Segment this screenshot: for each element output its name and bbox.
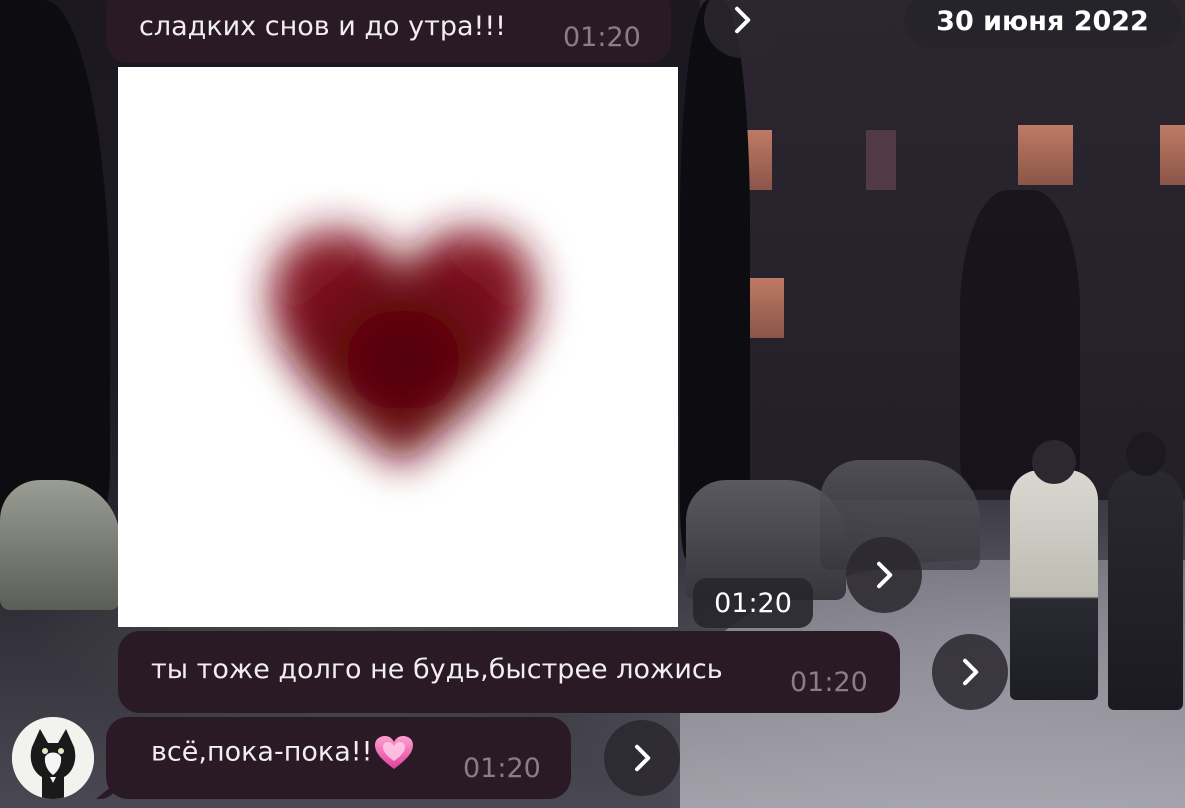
wallpaper-person [1010,440,1098,700]
message-bubble[interactable]: всё,пока-пока!! 01:20 [106,717,571,799]
message-bubble[interactable]: ты тоже долго не будь,быстрее ложись 01:… [118,631,900,713]
wallpaper-person-head [1126,432,1166,476]
message-text-content: всё,пока-пока!! [151,736,373,768]
wallpaper-tree [0,0,110,520]
message-time: 01:20 [790,667,868,698]
message-time: 01:20 [463,753,541,784]
message-time: 01:20 [563,22,641,53]
wallpaper-window [1160,125,1185,185]
chevron-right-icon [877,561,893,589]
message-text: всё,пока-пока!! [151,735,414,771]
chevron-right-icon [963,658,979,686]
photo-message[interactable] [118,67,678,627]
message-text: сладких снов и до утра!!! [139,11,507,42]
forward-button[interactable] [932,634,1008,710]
wallpaper-window [866,130,896,190]
wallpaper-building [700,0,1185,500]
wallpaper-person-head [1032,440,1076,484]
wallpaper-car [0,480,120,610]
cat-avatar-image [12,717,94,799]
sender-avatar[interactable] [12,717,94,799]
message-bubble[interactable]: сладких снов и до утра!!! 01:20 [106,0,671,63]
chevron-right-icon [735,6,751,34]
photo-time: 01:20 [693,578,813,628]
wallpaper-window [1018,125,1073,185]
chevron-right-icon [635,744,651,772]
message-text: ты тоже долго не будь,быстрее ложись [151,653,723,685]
growing-heart-emoji-icon [375,736,414,769]
date-separator: 30 июня 2022 [904,0,1181,48]
forward-button[interactable] [604,720,680,796]
forward-button[interactable] [846,537,922,613]
blurred-heart-image [269,228,537,467]
wallpaper-person [1108,432,1183,710]
wallpaper-tree [680,0,750,560]
